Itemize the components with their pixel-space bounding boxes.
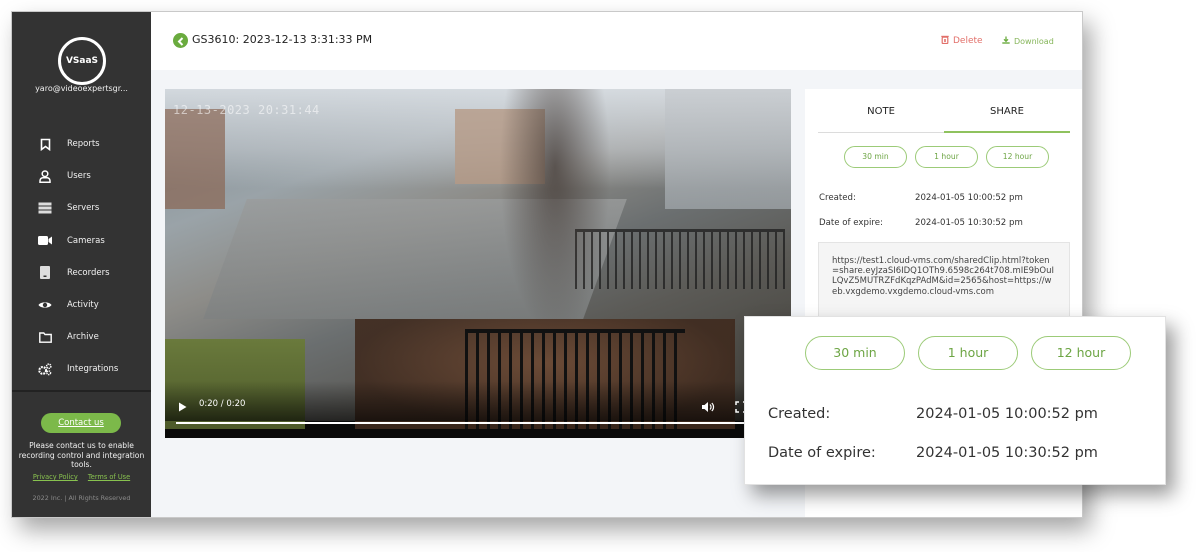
- bookmark-icon: [38, 137, 52, 151]
- camera-icon: [38, 234, 52, 248]
- callout-created-value: 2024-01-05 10:00:52 pm: [916, 406, 1098, 422]
- recorder-icon: [38, 266, 52, 280]
- share-link-field[interactable]: https://test1.cloud-vms.com/sharedClip.h…: [818, 242, 1070, 322]
- sidebar-item-users[interactable]: Users: [12, 160, 151, 192]
- terms-of-use-link[interactable]: Terms of Use: [88, 473, 130, 481]
- sidebar-item-label: Recorders: [67, 267, 110, 278]
- sidebar-nav: Reports Users Servers Cameras Recorders …: [12, 128, 151, 386]
- zoom-callout: 30 min 1 hour 12 hour Created: 2024-01-0…: [744, 316, 1166, 485]
- created-row: Created: 2024-01-05 10:00:52 pm: [819, 193, 1023, 203]
- trash-icon: [941, 35, 949, 47]
- sidebar-item-label: Users: [67, 171, 91, 182]
- legal-links: Privacy Policy Terms of Use: [12, 473, 151, 481]
- topbar: GS3610: 2023-12-13 3:31:33 PM Delete Dow…: [151, 12, 1082, 70]
- time-readout: 0:20 / 0:20: [199, 399, 246, 409]
- privacy-policy-link[interactable]: Privacy Policy: [33, 473, 78, 481]
- video-player[interactable]: 12-13-2023 20:31:44 0:20 / 0:20: [165, 89, 791, 438]
- scene-building: [665, 89, 791, 209]
- controls-gradient: [165, 381, 791, 421]
- expire-row: Date of expire: 2024-01-05 10:30:52 pm: [819, 218, 1023, 228]
- callout-expire-row: Date of expire: 2024-01-05 10:30:52 pm: [768, 445, 1098, 461]
- delete-button[interactable]: Delete: [941, 35, 983, 47]
- sidebar-item-cameras[interactable]: Cameras: [12, 225, 151, 257]
- sidebar-item-reports[interactable]: Reports: [12, 128, 151, 160]
- callout-duration-1hour-button[interactable]: 1 hour: [918, 336, 1018, 370]
- contact-us-button[interactable]: Contact us: [41, 413, 121, 433]
- sidebar-item-label: Servers: [67, 203, 100, 214]
- seek-bar[interactable]: [176, 422, 786, 424]
- gears-icon: [38, 362, 52, 376]
- sidebar-item-label: Activity: [67, 300, 99, 311]
- duration-1hour-button[interactable]: 1 hour: [915, 146, 978, 168]
- user-icon: [38, 169, 52, 183]
- tab-share[interactable]: SHARE: [944, 101, 1070, 133]
- seek-bar-fill: [176, 422, 786, 424]
- delete-label: Delete: [953, 36, 983, 46]
- back-button[interactable]: [173, 33, 188, 48]
- sidebar-item-label: Integrations: [67, 364, 119, 375]
- sidebar-item-servers[interactable]: Servers: [12, 192, 151, 224]
- video-frame: 12-13-2023 20:31:44: [165, 89, 791, 429]
- sidebar-item-archive[interactable]: Archive: [12, 321, 151, 353]
- server-icon: [38, 201, 52, 215]
- callout-expire-value: 2024-01-05 10:30:52 pm: [916, 445, 1098, 461]
- download-label: Download: [1014, 36, 1054, 46]
- callout-created-row: Created: 2024-01-05 10:00:52 pm: [768, 406, 1098, 422]
- callout-duration-options: 30 min 1 hour 12 hour: [805, 336, 1131, 370]
- logo[interactable]: VSaaS: [58, 37, 106, 85]
- sidebar: VSaaS yaro@videoexpertsgr... Reports Use…: [12, 12, 151, 517]
- volume-button[interactable]: [701, 398, 715, 412]
- user-email[interactable]: yaro@videoexpertsgr...: [12, 84, 151, 93]
- sidebar-item-recorders[interactable]: Recorders: [12, 257, 151, 289]
- duration-options: 30 min 1 hour 12 hour: [844, 146, 1049, 168]
- sidebar-item-activity[interactable]: Activity: [12, 289, 151, 321]
- volume-icon: [701, 398, 715, 417]
- scene-house-left: [165, 109, 225, 209]
- page-title: GS3610: 2023-12-13 3:31:33 PM: [192, 33, 373, 46]
- callout-duration-30min-button[interactable]: 30 min: [805, 336, 905, 370]
- folder-icon: [38, 330, 52, 344]
- sidebar-item-label: Archive: [67, 332, 99, 343]
- screenshot-stage: VSaaS yaro@videoexpertsgr... Reports Use…: [0, 0, 1200, 552]
- download-button[interactable]: Download: [1002, 36, 1054, 46]
- sidebar-divider: [12, 390, 151, 392]
- expire-label: Date of expire:: [819, 218, 883, 228]
- created-label: Created:: [819, 193, 856, 203]
- scene-tree: [495, 89, 615, 349]
- copyright: 2022 Inc. | All Rights Reserved: [32, 494, 131, 502]
- sidebar-item-label: Cameras: [67, 235, 105, 246]
- expire-value: 2024-01-05 10:30:52 pm: [915, 218, 1023, 228]
- play-button[interactable]: [178, 398, 188, 412]
- created-value: 2024-01-05 10:00:52 pm: [915, 193, 1023, 203]
- callout-duration-12hour-button[interactable]: 12 hour: [1031, 336, 1131, 370]
- panel-tabs: NOTE SHARE: [818, 101, 1070, 133]
- tab-note[interactable]: NOTE: [818, 101, 944, 132]
- eye-icon: [38, 298, 52, 312]
- contact-note: Please contact us to enable recording co…: [18, 441, 145, 469]
- sidebar-item-label: Reports: [67, 139, 100, 150]
- video-timestamp-overlay: 12-13-2023 20:31:44: [173, 103, 320, 117]
- duration-30min-button[interactable]: 30 min: [844, 146, 907, 168]
- duration-12hour-button[interactable]: 12 hour: [986, 146, 1049, 168]
- callout-created-label: Created:: [768, 406, 831, 422]
- sidebar-item-integrations[interactable]: Integrations: [12, 353, 151, 385]
- chevron-left-icon: [177, 31, 185, 50]
- download-icon: [1002, 36, 1010, 46]
- logo-text: VSaaS: [65, 56, 99, 66]
- callout-expire-label: Date of expire:: [768, 445, 876, 461]
- play-icon: [178, 398, 188, 417]
